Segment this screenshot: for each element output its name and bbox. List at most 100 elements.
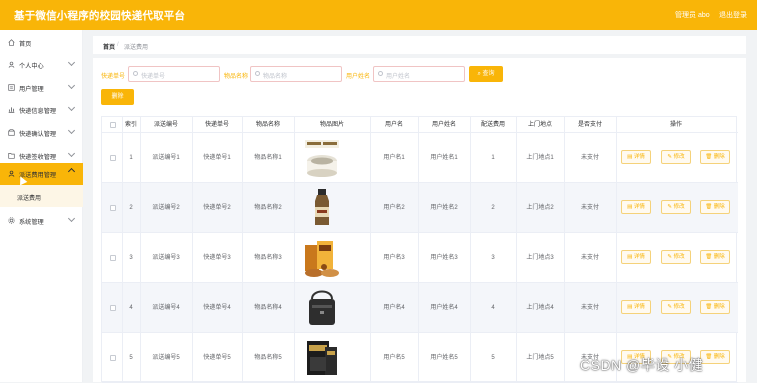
detail-icon: ▤ xyxy=(627,204,634,210)
detail-button[interactable]: ▤ 详情 xyxy=(621,150,651,164)
breadcrumb-home[interactable]: 首页 xyxy=(103,42,115,51)
row-checkbox[interactable] xyxy=(110,305,116,311)
column-divider xyxy=(564,117,565,383)
column-header: 索引 xyxy=(124,122,137,128)
column-divider xyxy=(294,117,295,383)
cell-index: 4 xyxy=(129,305,133,311)
cell-delivery-no: 派送编号5 xyxy=(152,355,180,361)
main-content: 快递单号 快递单号 物品名称 物品名称 用户姓名 用户姓名 ⌕ 查询 删除 索引… xyxy=(93,58,746,383)
select-all-checkbox[interactable] xyxy=(110,122,116,128)
cell-item-name: 物品名称4 xyxy=(254,305,282,311)
row-checkbox[interactable] xyxy=(110,255,116,261)
row-delete-button[interactable]: 🗑 删除 xyxy=(700,150,730,164)
detail-button[interactable]: ▤ 详情 xyxy=(621,250,651,264)
cell-username: 用户名3 xyxy=(383,255,405,261)
cell-user-realname: 用户姓名3 xyxy=(430,255,458,261)
gear-icon xyxy=(8,217,15,224)
cell-user-realname: 用户姓名1 xyxy=(430,155,458,161)
column-header: 配送费用 xyxy=(480,122,505,128)
row-delete-button[interactable]: 🗑 删除 xyxy=(700,250,730,264)
cell-tracking-no: 快递单号1 xyxy=(203,155,231,161)
sidebar: 首页 个人中心 用户管理 快递信息管理 快递确认管理 快递签收管理 派送费用管理… xyxy=(0,30,83,382)
submenu-item-delivery-fee[interactable]: 派送费用 xyxy=(0,185,83,207)
search-button[interactable]: ⌕ 查询 xyxy=(469,66,503,82)
edit-button[interactable]: ✎ 修改 xyxy=(661,250,691,264)
sidebar-item-label: 快递信息管理 xyxy=(19,108,57,115)
user-icon xyxy=(8,170,15,177)
edit-button[interactable]: ✎ 修改 xyxy=(661,200,691,214)
row-checkbox[interactable] xyxy=(110,205,116,211)
detail-button[interactable]: ▤ 详情 xyxy=(621,300,651,314)
sidebar-item-label: 快递确认管理 xyxy=(19,131,57,138)
folder-icon xyxy=(8,153,15,159)
name-label: 用户姓名 xyxy=(346,74,371,80)
edit-button[interactable]: ✎ 修改 xyxy=(661,300,691,314)
cell-tracking-no: 快递单号4 xyxy=(203,305,231,311)
sidebar-item-delivery-fee[interactable]: 派送费用管理 xyxy=(0,163,83,185)
logout-link[interactable]: 退出登录 xyxy=(719,10,747,20)
table-row: 2 派送编号2 快递单号2 物品名称2 用户名2 用户姓名2 2 上门地点2 未支付 ▤ 详情 ✎ … xyxy=(102,183,738,233)
cell-tracking-no: 快递单号2 xyxy=(203,205,231,211)
detail-button[interactable]: ▤ 详情 xyxy=(621,200,651,214)
row-checkbox[interactable] xyxy=(110,355,116,361)
row-delete-button[interactable]: 🗑 删除 xyxy=(700,300,730,314)
row-checkbox[interactable] xyxy=(110,155,116,161)
column-divider xyxy=(616,117,617,383)
column-header: 用户名 xyxy=(384,122,403,128)
cell-delivery-no: 派送编号2 xyxy=(152,205,180,211)
column-divider xyxy=(370,117,371,383)
detail-icon: ▤ xyxy=(627,154,634,160)
user-name-input[interactable]: 用户姓名 xyxy=(373,66,465,82)
edit-button-label: 修改 xyxy=(673,304,685,310)
search-button-label: 查询 xyxy=(482,71,495,77)
sidebar-item-system[interactable]: 系统管理 xyxy=(0,208,83,234)
cell-user-realname: 用户姓名5 xyxy=(430,355,458,361)
cell-paid: 未支付 xyxy=(580,205,599,211)
row-delete-button-label: 删除 xyxy=(713,304,725,310)
column-header: 操作 xyxy=(669,122,682,128)
tracking-label: 快递单号 xyxy=(101,74,126,80)
column-header: 派送编号 xyxy=(153,122,178,128)
column-header: 物品名称 xyxy=(255,122,280,128)
cell-delivery-no: 派送编号4 xyxy=(152,305,180,311)
delete-button-label: 删除 xyxy=(111,94,124,100)
product-image-gift-box xyxy=(307,341,337,375)
tracking-input[interactable]: 快递单号 xyxy=(128,66,220,82)
row-delete-button[interactable]: 🗑 删除 xyxy=(700,350,730,364)
detail-button-label: 详情 xyxy=(633,204,645,210)
chart-icon xyxy=(8,107,15,113)
sidebar-item-label: 系统管理 xyxy=(19,219,44,226)
chevron-down-icon xyxy=(67,126,76,135)
cell-delivery-no: 派送编号3 xyxy=(152,255,180,261)
item-name-input[interactable]: 物品名称 xyxy=(250,66,342,82)
admin-label: 管理员 abo xyxy=(675,12,710,19)
trash-icon: 🗑 xyxy=(705,304,714,310)
product-image-bottle xyxy=(315,189,329,225)
cell-username: 用户名5 xyxy=(383,355,405,361)
cell-location: 上门地点3 xyxy=(526,255,554,261)
edit-button-label: 修改 xyxy=(673,254,685,260)
cell-index: 3 xyxy=(129,255,133,261)
column-header: 物品图片 xyxy=(319,122,344,128)
column-divider xyxy=(516,117,517,383)
row-delete-button[interactable]: 🗑 删除 xyxy=(700,200,730,214)
row-delete-button-label: 删除 xyxy=(713,254,725,260)
edit-button[interactable]: ✎ 修改 xyxy=(661,150,691,164)
breadcrumb-current: 派送费用 xyxy=(124,45,149,51)
column-divider xyxy=(122,117,123,383)
row-delete-button-label: 删除 xyxy=(713,154,725,160)
cell-paid: 未支付 xyxy=(580,305,599,311)
detail-button-label: 详情 xyxy=(633,154,645,160)
delete-button[interactable]: 删除 xyxy=(101,89,134,105)
cell-user-realname: 用户姓名4 xyxy=(430,305,458,311)
chevron-down-icon xyxy=(67,81,76,90)
top-bar: 基于微信小程序的校园快递代取平台 管理员 abo 退出登录 xyxy=(0,0,757,30)
cell-index: 2 xyxy=(129,205,133,211)
cell-fee: 1 xyxy=(491,155,495,161)
data-table: 索引 派送编号 快递单号 物品名称 物品图片 用户名 用户姓名 配送费用 上门地… xyxy=(101,116,738,383)
table-header: 索引 派送编号 快递单号 物品名称 物品图片 用户名 用户姓名 配送费用 上门地… xyxy=(102,117,738,133)
item-placeholder: 物品名称 xyxy=(263,74,288,80)
cell-paid: 未支付 xyxy=(580,255,599,261)
table-row: 1 派送编号1 快递单号1 物品名称1 用户名1 用户姓名1 1 上门地点1 未支付 ▤ 详情 ✎ … xyxy=(102,133,738,183)
column-divider xyxy=(192,117,193,383)
